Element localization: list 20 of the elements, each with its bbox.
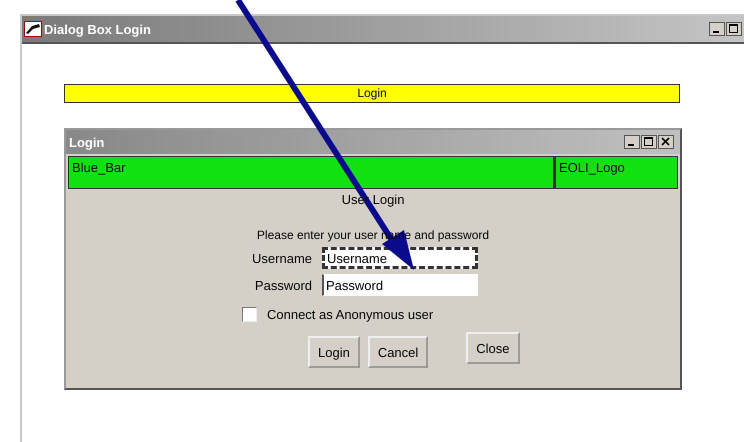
dialog-button[interactable]: Close <box>466 332 520 364</box>
dialog-title: Login <box>69 134 104 150</box>
checkbox[interactable] <box>242 307 257 322</box>
app-icon <box>24 21 42 37</box>
header-cell: EOLI_Logo <box>554 156 678 189</box>
minimize-icon[interactable] <box>624 135 640 149</box>
dialog-button[interactable]: Cancel <box>368 336 428 368</box>
maximize-icon[interactable] <box>641 135 657 149</box>
field-label: Password <box>254 278 312 292</box>
minimize-icon[interactable] <box>709 22 725 36</box>
header-cell: Blue_Bar <box>68 156 554 189</box>
field-label: Username <box>251 250 312 266</box>
window-title: Dialog Box Login <box>44 22 152 36</box>
close-icon[interactable] <box>658 135 674 149</box>
maximize-icon[interactable] <box>726 22 742 36</box>
input-field[interactable]: Username <box>322 247 478 269</box>
input-field[interactable]: Password <box>322 274 478 296</box>
checkbox-label: Connect as Anonymous user <box>267 307 434 322</box>
login-banner: Login <box>64 84 680 103</box>
dialog-button[interactable]: Login <box>308 336 360 368</box>
